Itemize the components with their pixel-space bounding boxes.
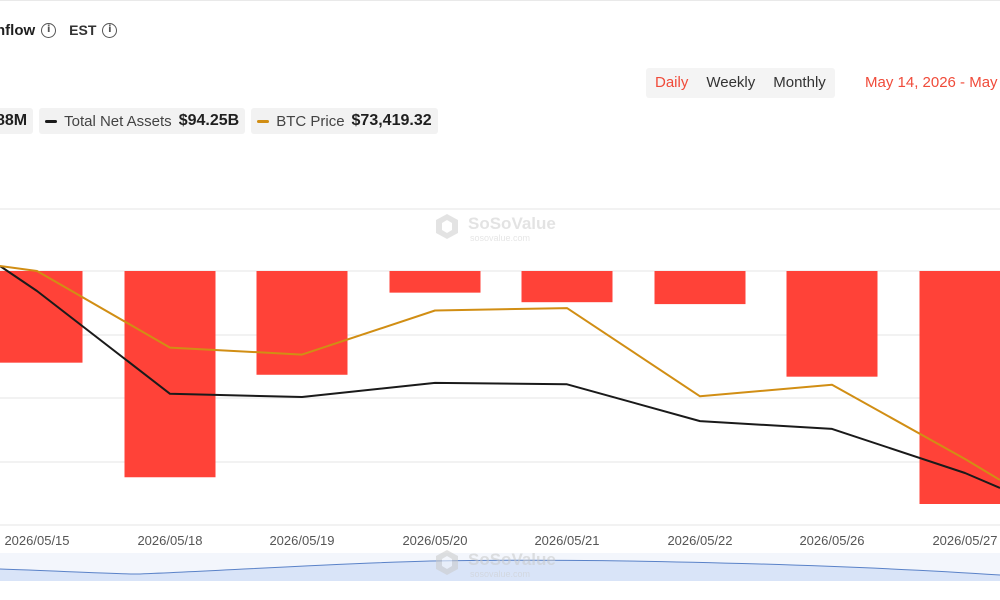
watermark-logo-icon — [436, 214, 458, 239]
inflow-bar[interactable] — [521, 271, 613, 303]
watermark-domain: sosovalue.com — [470, 233, 530, 243]
x-axis-labels: 2026/05/15 2026/05/18 2026/05/19 2026/05/20… — [4, 533, 997, 548]
inflow-bar[interactable] — [919, 271, 1000, 504]
watermark: SoSoValue sosovalue.com — [436, 214, 556, 243]
x-tick-label: 2026/05/15 — [4, 533, 69, 548]
inflow-bar[interactable] — [389, 271, 481, 293]
x-tick-label: 2026/05/22 — [667, 533, 732, 548]
etf-flow-chart[interactable]: SoSoValue sosovalue.com 2026/05/15 2026/0… — [0, 0, 1000, 600]
inflow-bar[interactable] — [786, 271, 878, 377]
x-tick-label: 2026/05/20 — [402, 533, 467, 548]
x-tick-label: 2026/05/19 — [269, 533, 334, 548]
x-tick-label: 2026/05/27 — [932, 533, 997, 548]
inflow-bar[interactable] — [654, 271, 746, 305]
inflow-bar[interactable] — [124, 271, 216, 478]
watermark-brand: SoSoValue — [468, 214, 556, 233]
x-tick-label: 2026/05/26 — [799, 533, 864, 548]
navigator-watermark-domain: sosovalue.com — [470, 569, 530, 579]
inflow-bars — [0, 271, 1000, 504]
navigator-watermark-brand: SoSoValue — [468, 550, 556, 569]
x-tick-label: 2026/05/18 — [137, 533, 202, 548]
inflow-bar[interactable] — [256, 271, 348, 375]
x-tick-label: 2026/05/21 — [534, 533, 599, 548]
